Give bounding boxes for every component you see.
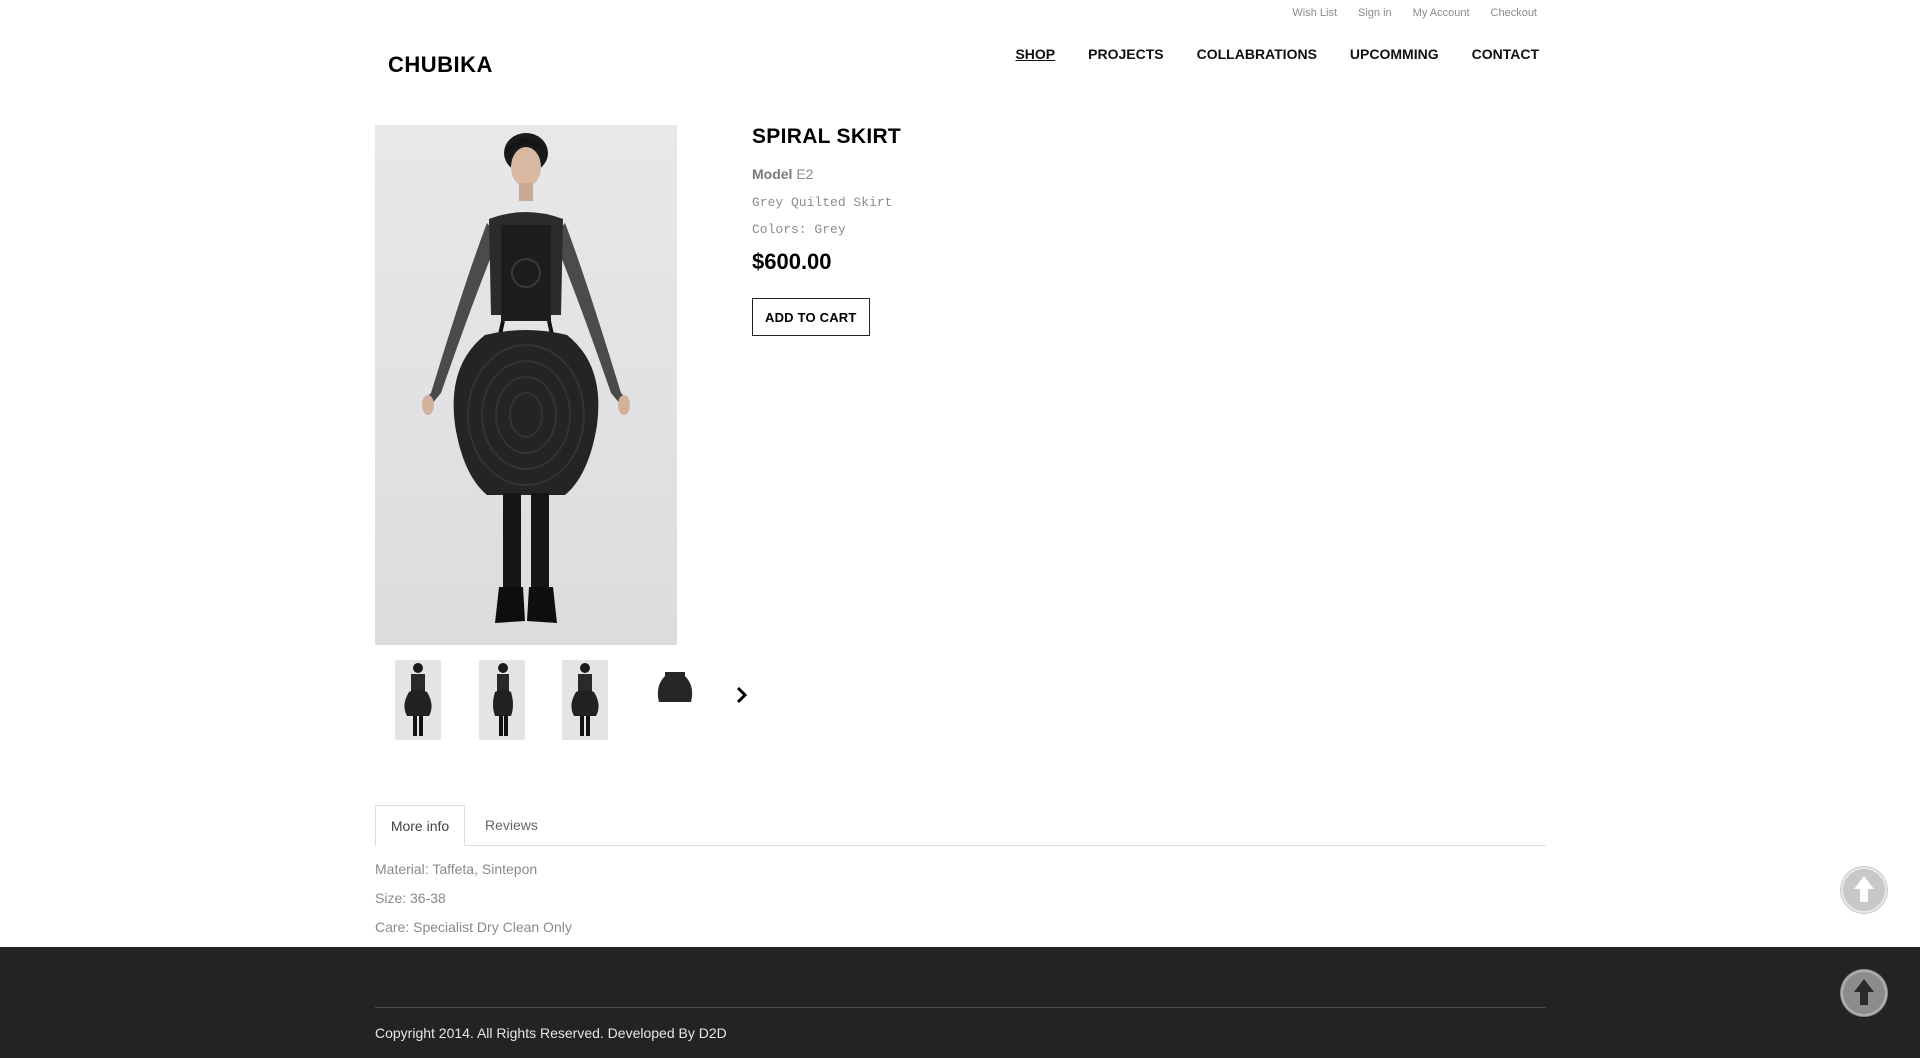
- nav-item-collabrations[interactable]: COLLABRATIONS: [1197, 46, 1317, 62]
- scroll-top-button-footer[interactable]: [1840, 969, 1888, 1017]
- footer-copyright: Copyright 2014. All Rights Reserved. Dev…: [375, 1025, 727, 1041]
- model-figure: [422, 133, 630, 623]
- thumbnail-strip: [375, 658, 755, 740]
- tab-reviews[interactable]: Reviews: [485, 805, 538, 845]
- chevron-right-icon: [736, 686, 748, 704]
- wish-list-link[interactable]: Wish List: [1292, 7, 1337, 19]
- product-info: SPIRAL SKIRT Model E2 Grey Quilted Skirt…: [752, 125, 1352, 336]
- thumbnail-back-view[interactable]: [562, 660, 608, 740]
- nav-item-shop[interactable]: SHOP: [1015, 46, 1055, 62]
- site-logo[interactable]: CHUBIKA: [388, 52, 493, 78]
- product-tabs: More info Reviews: [375, 805, 1546, 846]
- care-text: Care: Specialist Dry Clean Only: [375, 919, 572, 935]
- product-model: Model E2: [752, 166, 1352, 182]
- thumbnail-skirt-detail[interactable]: [645, 660, 705, 740]
- product-title: SPIRAL SKIRT: [752, 125, 902, 148]
- nav-item-projects[interactable]: PROJECTS: [1088, 46, 1163, 62]
- model-label: Model: [752, 166, 793, 182]
- footer-divider: [375, 1007, 1546, 1008]
- my-account-link[interactable]: My Account: [1413, 7, 1470, 19]
- scroll-top-button[interactable]: [1840, 866, 1888, 914]
- utility-links: Wish List Sign in My Account Checkout: [1271, 7, 1537, 19]
- size-text: Size: 36-38: [375, 890, 446, 906]
- nav-item-upcomming[interactable]: UPCOMMING: [1350, 46, 1439, 62]
- thumbnail-front-view[interactable]: [395, 660, 441, 740]
- add-to-cart-button[interactable]: ADD TO CART: [752, 298, 870, 336]
- product-colors: Colors: Grey: [752, 222, 846, 237]
- footer: Copyright 2014. All Rights Reserved. Dev…: [0, 947, 1920, 1058]
- nav-item-contact[interactable]: CONTACT: [1472, 46, 1539, 62]
- arrow-up-icon: [1841, 867, 1887, 913]
- tab-more-info[interactable]: More info: [375, 805, 465, 846]
- checkout-link[interactable]: Checkout: [1491, 7, 1537, 19]
- product-main-image[interactable]: [375, 125, 677, 645]
- product-description: Grey Quilted Skirt: [752, 195, 893, 210]
- model-value: E2: [796, 166, 814, 182]
- material-text: Material: Taffeta, Sintepon: [375, 861, 538, 877]
- arrow-up-icon: [1841, 970, 1887, 1016]
- product-price: $600.00: [752, 249, 832, 274]
- sign-in-link[interactable]: Sign in: [1358, 7, 1392, 19]
- main-nav: SHOP PROJECTS COLLABRATIONS UPCOMMING CO…: [982, 46, 1539, 62]
- thumbnail-side-view[interactable]: [479, 660, 525, 740]
- more-info-panel: Material: Taffeta, Sintepon Size: 36-38 …: [375, 861, 572, 948]
- thumbnail-next-button[interactable]: [727, 680, 757, 710]
